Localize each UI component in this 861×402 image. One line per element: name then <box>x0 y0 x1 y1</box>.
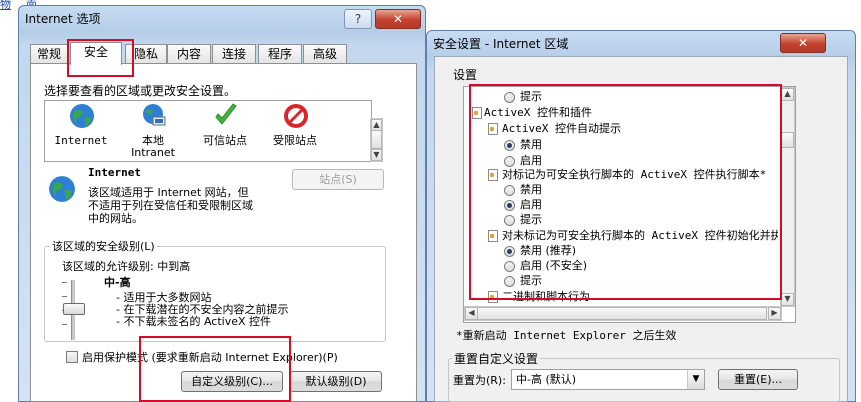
reset-level-select[interactable]: 中-高 (默认) ▼ <box>511 369 705 390</box>
no-entry-icon <box>284 104 308 128</box>
slider-tick <box>62 296 67 297</box>
highlight-activex-settings <box>469 84 782 300</box>
allowed-level-label: 该区域的允许级别: 中到高 <box>62 260 191 273</box>
security-level-slider-thumb[interactable] <box>63 303 85 315</box>
zone-label: 本地 Intranet <box>131 134 175 159</box>
background-link[interactable]: 物 <box>0 0 11 12</box>
scroll-up-button[interactable]: ▲ <box>781 88 794 101</box>
tab-security[interactable]: 安全 <box>70 42 122 65</box>
zone-label: 受限站点 <box>273 134 317 147</box>
zone-prompt: 选择要查看的区域或更改安全设置。 <box>44 84 237 98</box>
zone-label: Internet <box>54 134 108 147</box>
scroll-thumb[interactable] <box>371 130 382 149</box>
tab-programs[interactable]: 程序 <box>258 44 302 64</box>
window-title: 安全设置 - Internet 区域 <box>433 37 569 51</box>
chevron-down-icon: ▼ <box>687 370 704 389</box>
window-title: Internet 选项 <box>25 12 101 26</box>
zone-list: Internet 本地 Intranet 可信站点 受限站点 <box>44 100 372 162</box>
restart-note: *重新启动 Internet Explorer 之后生效 <box>456 329 677 342</box>
zone-list-scrollbar[interactable]: ▲ ▼ <box>370 118 383 162</box>
help-button[interactable]: ? <box>344 9 372 29</box>
reset-button[interactable]: 重置(E)... <box>718 369 798 390</box>
settings-list-hscrollbar[interactable]: ◀ ▶ <box>464 306 782 321</box>
sites-button[interactable]: 站点(S) <box>292 169 384 190</box>
close-button[interactable]: ✕ <box>375 9 421 29</box>
settings-list-vscrollbar[interactable]: ▲ ▼ <box>780 87 795 307</box>
slider-tick <box>62 324 67 325</box>
scroll-thumb[interactable] <box>781 132 794 148</box>
scroll-down-button[interactable]: ▼ <box>781 293 794 306</box>
tab-advanced[interactable]: 高级 <box>303 44 347 64</box>
checkmark-icon <box>215 103 237 125</box>
level-description-line: - 不下载未签名的 ActiveX 控件 <box>116 315 272 328</box>
zone-restricted-sites[interactable]: 受限站点 <box>263 101 327 161</box>
zone-internet[interactable]: Internet <box>49 101 113 161</box>
close-button[interactable]: ✕ <box>780 33 826 53</box>
zone-trusted-sites[interactable]: 可信站点 <box>193 101 257 161</box>
zone-title: Internet <box>88 166 141 179</box>
zone-local-intranet[interactable]: 本地 Intranet <box>121 101 185 161</box>
highlight-custom-level <box>139 336 291 402</box>
internet-zone-globe-icon <box>49 176 75 202</box>
zone-label: 可信站点 <box>203 134 247 147</box>
settings-label: 设置 <box>453 68 478 82</box>
scroll-down-button[interactable]: ▼ <box>371 149 382 161</box>
protected-mode-checkbox[interactable] <box>66 351 78 363</box>
scroll-thumb[interactable] <box>477 307 767 320</box>
level-name: 中-高 <box>104 276 131 289</box>
security-level-group-label: 该区域的安全级别(L) <box>50 238 157 254</box>
slider-tick <box>62 282 67 283</box>
tab-general[interactable]: 常规 <box>30 44 68 64</box>
default-level-button[interactable]: 默认级别(D) <box>290 371 382 392</box>
scroll-right-button[interactable]: ▶ <box>768 307 781 320</box>
tab-connections[interactable]: 连接 <box>212 44 256 64</box>
tab-content[interactable]: 内容 <box>167 44 211 64</box>
reset-group-label: 重置自定义设置 <box>452 350 541 367</box>
reset-to-label: 重置为(R): <box>453 374 506 387</box>
globe-icon <box>70 104 94 128</box>
intranet-icon <box>143 104 166 126</box>
zone-description-line: 中的网站。 <box>88 212 143 225</box>
